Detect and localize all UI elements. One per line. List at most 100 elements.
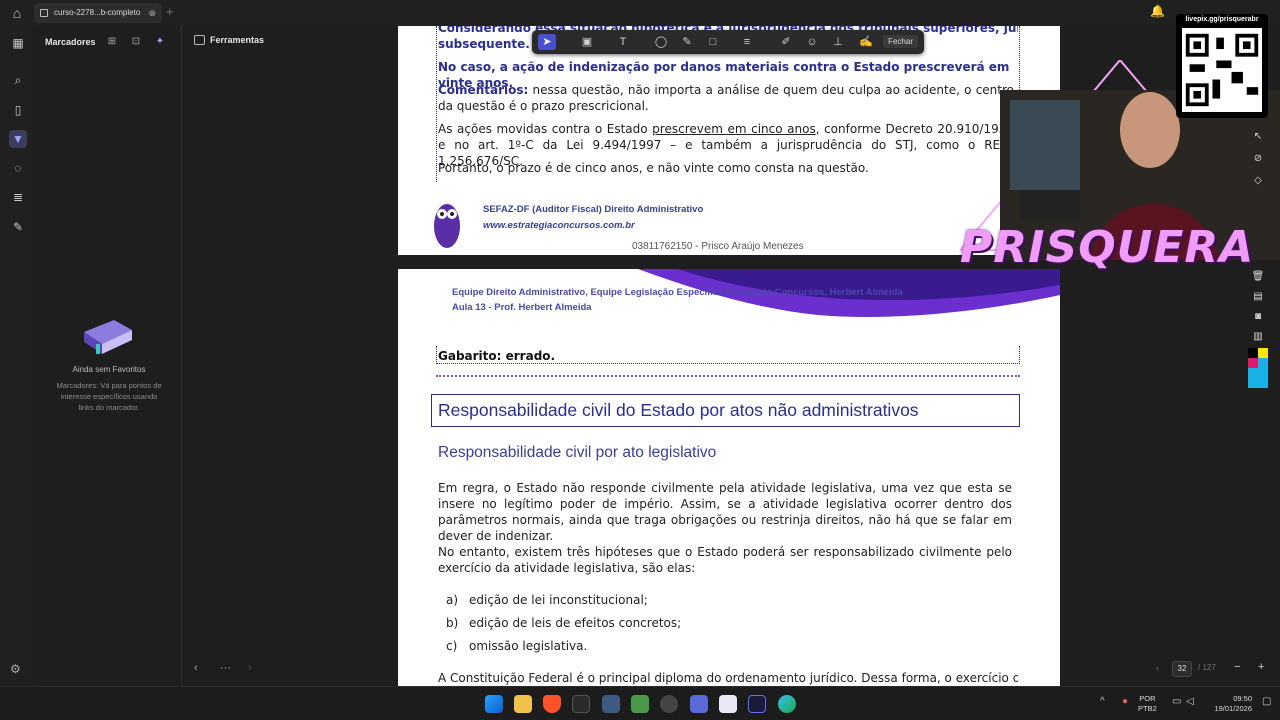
prev-page-arrow-icon[interactable]: ‹ (1156, 663, 1159, 673)
app-icon-3[interactable] (690, 695, 708, 713)
close-toolbar-button[interactable]: Fechar (883, 35, 918, 48)
close-tab-icon[interactable]: ⊗ (148, 3, 156, 23)
bookmarks-title: Marcadores (45, 37, 96, 47)
tag-icon[interactable]: ◇ (1250, 174, 1266, 188)
settings-icon[interactable]: ⚙ (10, 662, 21, 676)
network-icon[interactable]: ▭ (1172, 696, 1181, 707)
tools-button[interactable]: Ferramentas (194, 35, 264, 45)
comments-icon[interactable]: ◌ (9, 159, 27, 177)
answer-key: Gabarito: errado. (438, 349, 556, 363)
app-icon-1[interactable] (602, 695, 620, 713)
current-page-input[interactable]: 32 (1172, 661, 1192, 677)
eraser-icon[interactable]: ⊘ (1250, 152, 1266, 166)
obs-icon[interactable] (660, 695, 678, 713)
date: 19/01/2026 (1214, 704, 1252, 713)
header-lesson: Aula 13 - Prof. Herbert Almeida (452, 302, 592, 313)
comment-tool-icon[interactable]: ◯ (652, 34, 670, 50)
empty-description: Marcadores: Vá para pontos de interesse … (56, 381, 162, 412)
lang-code: POR (1139, 694, 1156, 703)
clock[interactable]: 09:50 19/01/2026 (1204, 694, 1252, 714)
strikeout-tool-icon[interactable]: ≡ (738, 34, 756, 50)
layout-code: PTB2 (1138, 704, 1157, 713)
livepix-label: livepix.gg/prisquerabr (1185, 16, 1259, 23)
edge-icon[interactable] (778, 695, 796, 713)
list-marker-c: c) (446, 639, 458, 653)
stamp-tool-icon[interactable]: ⊥ (829, 34, 847, 50)
section-title: Responsabilidade civil do Estado por ato… (438, 400, 919, 420)
stream-right-tools: ↖ ⊘ ◇ 🗑 ▤ ◙ ▥ (1246, 110, 1270, 390)
file-explorer-icon[interactable] (514, 695, 532, 713)
sticker-tool-icon[interactable]: ☺ (803, 34, 821, 50)
home-icon[interactable]: ⌂ (8, 4, 26, 22)
question-header-2: subsequente. (438, 37, 530, 51)
windows-start-icon[interactable] (485, 695, 503, 713)
title-bar: ⌂ curso-2278...b-completo ⊗ + 🔔 (0, 0, 1280, 26)
search-icon[interactable]: ⌕ (9, 71, 27, 89)
app-icon-4[interactable] (719, 695, 737, 713)
time: 09:50 (1233, 694, 1252, 703)
text-tool-icon[interactable]: T (614, 34, 632, 50)
notifications-icon[interactable]: ▢ (1262, 696, 1271, 707)
bookmark-option-icon[interactable]: ⊡ (129, 35, 143, 49)
livepix-qr-panel: livepix.gg/prisquerabr (1176, 14, 1268, 118)
apps-grid-icon[interactable]: ▦ (9, 34, 27, 52)
left-icon-rail: ▦ ⌕ ▯ ▼ ◌ ≣ ✎ (0, 26, 36, 686)
volume-icon[interactable]: ◁ (1186, 696, 1194, 707)
text-box-tool-icon[interactable]: ▣ (578, 34, 596, 50)
camera-icon[interactable]: ◙ (1250, 310, 1266, 324)
attachment-icon[interactable]: ✎ (9, 218, 27, 236)
list-marker-b: b) (446, 616, 459, 630)
bottom-nav: ‹ ··· › (182, 657, 398, 683)
taskbar: ^ ● POR PTB2 ▭ ◁ 09:50 19/01/2026 ▢ (0, 686, 1280, 720)
paragraph-1: Em regra, o Estado não responde civilmen… (438, 481, 1012, 543)
conclusion-paragraph: Portanto, o prazo é de cinco anos, e não… (438, 161, 869, 175)
paragraph-3: A Constituição Federal é o principal dip… (438, 671, 1018, 685)
pencil-tool-icon[interactable]: ✐ (777, 34, 795, 50)
more-icon[interactable]: ··· (220, 662, 231, 674)
annotation-toolbar: ➤ ▣ T ◯ ✎ □ ≡ ✐ ☺ ⊥ ✍ Fechar (532, 30, 924, 54)
terminal-icon[interactable] (572, 695, 590, 713)
notification-icon[interactable]: 🔔 (1150, 4, 1165, 18)
trash-icon[interactable]: 🗑 (1250, 270, 1266, 284)
pages-icon[interactable]: ▯ (9, 101, 27, 119)
new-tab-button[interactable]: + (166, 4, 174, 19)
subsection-title: Responsabilidade civil por ato legislati… (438, 444, 717, 461)
brave-icon[interactable] (543, 695, 561, 713)
signature-tool-icon[interactable]: ✍ (857, 34, 875, 50)
app-icon-2[interactable] (631, 695, 649, 713)
comment-paragraph: Comentários: nessa questão, não importa … (438, 82, 1014, 114)
zoom-in-icon[interactable]: + (1258, 661, 1264, 673)
cursor-icon[interactable]: ↖ (1250, 130, 1266, 144)
input-language[interactable]: POR PTB2 (1138, 694, 1157, 714)
list-marker-a: a) (446, 593, 459, 607)
document-tab[interactable]: curso-2278...b-completo ⊗ (34, 3, 162, 23)
tools-label: Ferramentas (210, 35, 265, 45)
pin-icon[interactable]: ✦ (153, 35, 167, 49)
zoom-out-icon[interactable]: − (1234, 661, 1240, 673)
bookmarks-panel: Marcadores ⊞ ⊡ ✦ Ainda sem Favoritos Mar… (36, 26, 182, 686)
microphone-icon[interactable]: ● (1122, 696, 1128, 707)
pdf-reader-icon[interactable] (748, 695, 766, 713)
clipboard-icon[interactable]: ▥ (1250, 330, 1266, 344)
add-bookmark-icon[interactable]: ⊞ (105, 35, 119, 49)
empty-bookmarks-illustration (84, 320, 132, 354)
highlight-tool-icon[interactable]: ✎ (678, 34, 696, 50)
list-item-b: edição de leis de efeitos concretos; (469, 616, 682, 630)
header-team: Equipe Direito Administrativo, Equipe Le… (452, 287, 903, 298)
footer-site: www.estrategiaconcursos.com.br (483, 220, 635, 231)
bookmark-icon[interactable]: ▼ (9, 130, 27, 148)
total-pages: / 127 (1198, 663, 1216, 672)
stream-brand: PRISQUERA (960, 222, 1255, 273)
layers-icon[interactable]: ≣ (9, 188, 27, 206)
document-icon (40, 9, 48, 17)
tray-chevron-icon[interactable]: ^ (1100, 696, 1105, 707)
film-icon[interactable]: ▤ (1250, 290, 1266, 304)
next-page-icon[interactable]: › (248, 662, 252, 674)
shape-tool-icon[interactable]: □ (704, 34, 722, 50)
comment-label: Comentários: (438, 83, 529, 97)
tab-title: curso-2278...b-completo (54, 8, 141, 17)
color-palette[interactable] (1248, 348, 1268, 388)
tools-panel: Ferramentas (182, 26, 398, 686)
select-tool-icon[interactable]: ➤ (538, 34, 556, 50)
prev-page-icon[interactable]: ‹ (194, 662, 198, 674)
